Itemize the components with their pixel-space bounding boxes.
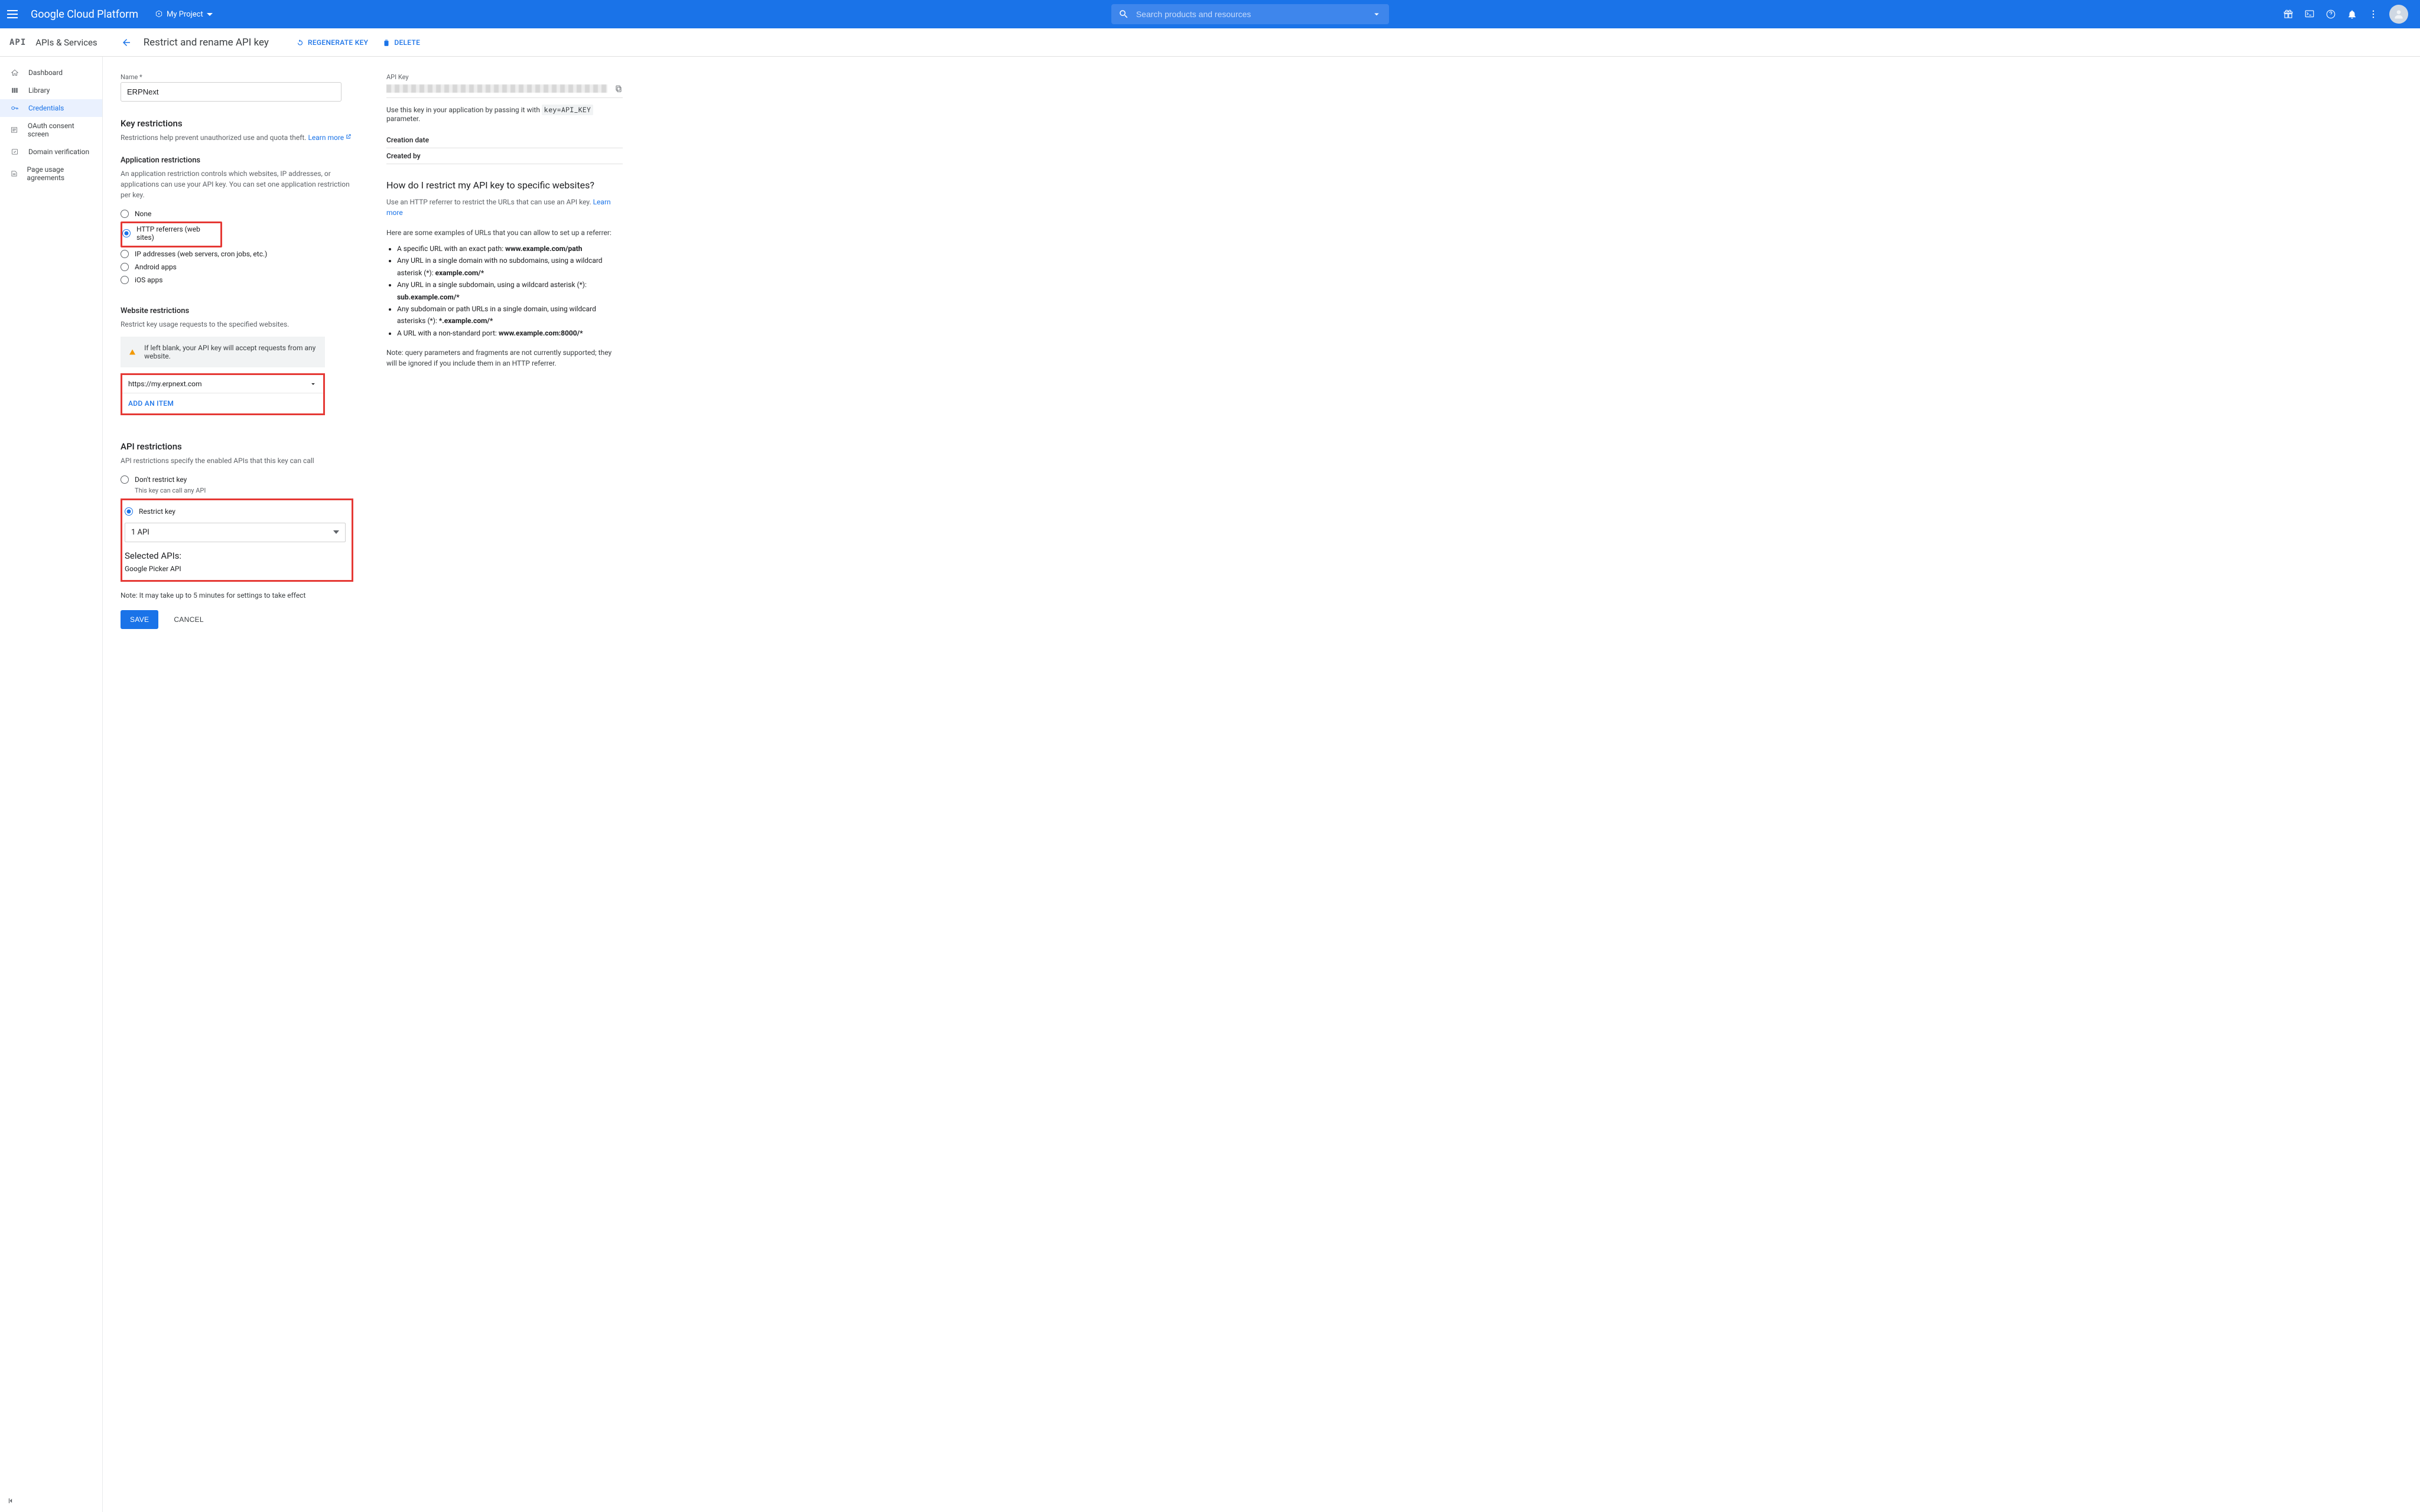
- refresh-icon: [296, 38, 304, 47]
- cancel-button[interactable]: CANCEL: [168, 610, 209, 629]
- settings-delay-note: Note: It may take up to 5 minutes for se…: [121, 591, 357, 599]
- gift-icon[interactable]: [2283, 9, 2294, 19]
- chevron-down-icon: [207, 13, 213, 16]
- search-container: [217, 4, 2283, 24]
- sidebar-item-agreements[interactable]: Page usage agreements: [0, 161, 102, 187]
- selected-apis-heading: Selected APIs:: [125, 550, 352, 561]
- caret-down-icon: [333, 530, 339, 534]
- sidebar-item-dashboard[interactable]: Dashboard: [0, 64, 102, 82]
- sidebar: Dashboard Library Credentials OAuth cons…: [0, 57, 103, 1512]
- search-box[interactable]: [1111, 4, 1389, 24]
- avatar[interactable]: [2389, 5, 2408, 24]
- dont-restrict-sub: This key can call any API: [135, 486, 357, 496]
- api-restrictions-heading: API restrictions: [121, 441, 357, 452]
- blank-warning: If left blank, your API key will accept …: [121, 337, 325, 367]
- name-input[interactable]: [121, 82, 341, 102]
- consent-icon: [10, 126, 18, 134]
- pass-instruction: Use this key in your application by pass…: [386, 105, 623, 123]
- top-bar: Google Cloud Platform My Project: [0, 0, 2420, 28]
- key-restrictions-heading: Key restrictions: [121, 118, 357, 129]
- chevron-down-icon[interactable]: [1371, 9, 1382, 19]
- verified-icon: [11, 148, 19, 156]
- website-restrictions-heading: Website restrictions: [121, 307, 357, 315]
- project-name: My Project: [167, 10, 203, 19]
- created-by-row: Created by: [386, 148, 623, 164]
- radio-restrict[interactable]: Restrict key: [122, 505, 352, 518]
- app-restrictions-heading: Application restrictions: [121, 156, 357, 165]
- radio-ios[interactable]: iOS apps: [121, 273, 357, 286]
- add-item-button[interactable]: ADD AN ITEM: [122, 393, 323, 413]
- radio-none[interactable]: None: [121, 207, 357, 220]
- menu-icon[interactable]: [7, 7, 21, 21]
- restrict-key-box: Restrict key 1 API Selected APIs: Google…: [121, 498, 353, 582]
- referrer-list: https://my.erpnext.com ADD AN ITEM: [121, 373, 325, 415]
- help-icon[interactable]: [2325, 9, 2336, 19]
- referrer-row[interactable]: https://my.erpnext.com: [122, 375, 323, 393]
- back-icon[interactable]: [121, 37, 132, 48]
- regenerate-button[interactable]: REGENERATE KEY: [296, 38, 368, 47]
- page-title: Restrict and rename API key: [144, 37, 269, 48]
- howto-title: How do I restrict my API key to specific…: [386, 180, 623, 191]
- topbar-right: [2283, 5, 2413, 24]
- chevron-down-icon[interactable]: [309, 380, 317, 388]
- library-icon: [11, 86, 19, 94]
- sub-header: API APIs & Services Restrict and rename …: [0, 28, 2420, 57]
- api-logo: API: [9, 38, 26, 47]
- search-icon: [1118, 9, 1129, 19]
- warning-icon: [129, 348, 136, 356]
- selected-api-item: Google Picker API: [125, 565, 352, 573]
- website-restrictions-help: Restrict key usage requests to the speci…: [121, 319, 357, 330]
- project-picker[interactable]: My Project: [150, 8, 217, 21]
- collapse-sidebar-icon[interactable]: [7, 1497, 15, 1507]
- api-key-redacted: [386, 84, 607, 93]
- api-select[interactable]: 1 API: [125, 523, 346, 542]
- learn-more-link[interactable]: Learn more: [308, 133, 352, 142]
- radio-ip[interactable]: IP addresses (web servers, cron jobs, et…: [121, 247, 357, 260]
- sidebar-item-oauth[interactable]: OAuth consent screen: [0, 117, 102, 143]
- sidebar-item-library[interactable]: Library: [0, 82, 102, 99]
- sidebar-item-domain[interactable]: Domain verification: [0, 143, 102, 161]
- examples-list: A specific URL with an exact path: www.e…: [386, 243, 623, 339]
- agreements-icon: [10, 170, 18, 178]
- external-link-icon: [345, 133, 352, 140]
- dashboard-icon: [11, 69, 19, 77]
- delete-button[interactable]: DELETE: [382, 38, 420, 47]
- save-button[interactable]: SAVE: [121, 610, 158, 629]
- sidebar-item-credentials[interactable]: Credentials: [0, 99, 102, 117]
- creation-date-row: Creation date: [386, 132, 623, 148]
- api-restrictions-help: API restrictions specify the enabled API…: [121, 455, 357, 466]
- more-vert-icon[interactable]: [2368, 9, 2379, 19]
- key-restrictions-help: Restrictions help prevent unauthorized u…: [121, 132, 357, 143]
- section-title: APIs & Services: [35, 37, 97, 48]
- api-key-row: [386, 82, 623, 98]
- search-input[interactable]: [1136, 9, 1371, 19]
- app-restrictions-help: An application restriction controls whic…: [121, 168, 357, 200]
- notifications-icon[interactable]: [2347, 9, 2357, 19]
- trash-icon: [382, 38, 391, 47]
- radio-android[interactable]: Android apps: [121, 260, 357, 273]
- copy-icon[interactable]: [614, 84, 623, 93]
- radio-dont-restrict[interactable]: Don't restrict key: [121, 473, 357, 486]
- radio-http[interactable]: HTTP referrers (web sites): [122, 224, 219, 243]
- project-hex-icon: [155, 10, 163, 18]
- howto-text: Use an HTTP referrer to restrict the URL…: [386, 197, 623, 218]
- referrer-note: Note: query parameters and fragments are…: [386, 347, 623, 369]
- brand: Google Cloud Platform: [31, 8, 138, 21]
- console-icon[interactable]: [2304, 9, 2315, 19]
- name-label: Name *: [121, 73, 357, 81]
- examples-intro: Here are some examples of URLs that you …: [386, 227, 623, 238]
- api-key-label: API Key: [386, 73, 623, 81]
- key-icon: [11, 104, 19, 112]
